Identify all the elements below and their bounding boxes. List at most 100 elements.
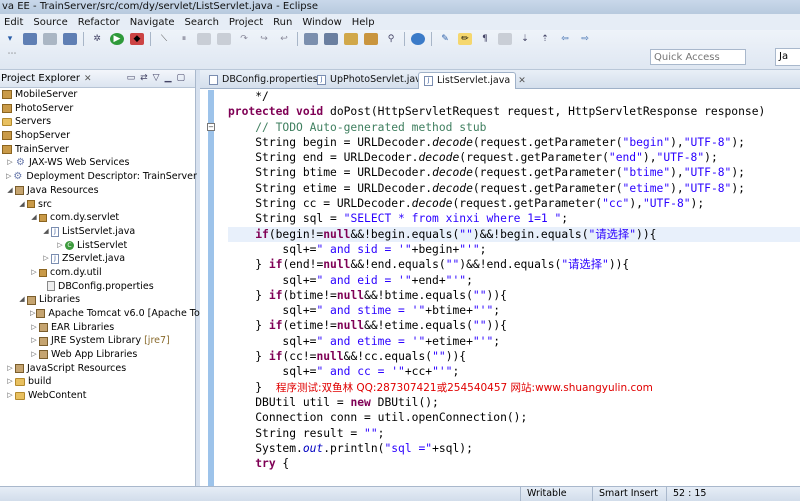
save-all-icon[interactable] (63, 33, 77, 45)
code-line: */ (255, 90, 269, 103)
print-icon[interactable] (43, 33, 57, 45)
tab-listservlet[interactable]: J ListServlet.java ✕ (418, 72, 526, 89)
mark-occurrences-icon[interactable]: ✏ (458, 33, 472, 45)
expand-arrow-icon[interactable]: ▷ (30, 266, 38, 280)
tree-item-photoserver[interactable]: PhotoServer (0, 102, 196, 116)
menu-project[interactable]: Project (225, 17, 269, 28)
new-server-icon[interactable] (324, 33, 338, 45)
minimize-icon[interactable]: ▁ (165, 73, 172, 83)
show-whitespace-icon[interactable]: ¶ (478, 33, 492, 45)
tree-item-webcontent[interactable]: ▷ WebContent (0, 389, 196, 403)
open-task-icon[interactable] (364, 33, 378, 45)
code-line: String result = ""; (255, 426, 385, 440)
tree-item-package-util[interactable]: ▷ com.dy.util (0, 266, 196, 280)
maximize-icon[interactable]: ▢ (176, 73, 185, 83)
view-menu-icon[interactable]: ▽ (153, 73, 160, 83)
annotation-icon[interactable]: ✎ (438, 33, 452, 45)
library-icon (39, 336, 48, 346)
expand-arrow-icon[interactable]: ▷ (6, 156, 14, 170)
open-type-icon[interactable] (344, 33, 358, 45)
menu-help[interactable]: Help (348, 17, 381, 28)
step-over-icon[interactable]: ↪ (257, 33, 271, 45)
resume-icon[interactable]: ⏸ (177, 33, 191, 45)
collapse-arrow-icon[interactable]: ◢ (6, 184, 14, 198)
menu-window[interactable]: Window (298, 17, 347, 28)
tree-item-trainserver[interactable]: TrainServer (0, 143, 196, 157)
tree-item-zservlet-java[interactable]: ▷ J ZServlet.java (0, 252, 196, 266)
block-selection-icon[interactable] (498, 33, 512, 45)
expand-arrow-icon[interactable]: ▷ (30, 334, 38, 348)
expand-arrow-icon[interactable]: ▷ (56, 239, 64, 253)
project-icon (2, 145, 12, 155)
server-icon[interactable] (304, 33, 318, 45)
close-icon[interactable]: ✕ (518, 76, 526, 86)
menu-search[interactable]: Search (181, 17, 225, 28)
tree-item-shopserver[interactable]: ShopServer (0, 129, 196, 143)
tree-item-javascript-resources[interactable]: ▷ JavaScript Resources (0, 362, 196, 376)
expand-arrow-icon[interactable]: ▷ (30, 307, 35, 321)
menu-refactor[interactable]: Refactor (74, 17, 126, 28)
menu-navigate[interactable]: Navigate (126, 17, 181, 28)
tree-item-listservlet-java[interactable]: ◢ J ListServlet.java (0, 225, 196, 239)
previous-annotation-icon[interactable]: ⇡ (538, 33, 552, 45)
tree-item-ear-libraries[interactable]: ▷ EAR Libraries (0, 321, 196, 335)
debug-icon[interactable]: ✲ (90, 33, 104, 45)
project-explorer-title[interactable]: Project Explorer (0, 73, 80, 84)
quick-access-input[interactable] (650, 49, 746, 65)
search-icon[interactable]: ⚲ (384, 33, 398, 45)
collapse-arrow-icon[interactable]: ◢ (18, 198, 26, 212)
tree-item-tomcat[interactable]: ▷ Apache Tomcat v6.0 [Apache Tom (0, 307, 209, 321)
menu-run[interactable]: Run (269, 17, 298, 28)
terminate-icon[interactable] (217, 33, 231, 45)
external-tools-icon[interactable]: ◆ (130, 33, 144, 45)
toggle-breakpoint-icon[interactable]: ⟍ (157, 33, 171, 45)
menu-edit[interactable]: Edit (0, 17, 29, 28)
step-return-icon[interactable]: ↩ (277, 33, 291, 45)
tree-item-listservlet-class[interactable]: ▷ C ListServlet (0, 239, 196, 253)
code-area[interactable]: */ protected void doPost(HttpServletRequ… (228, 89, 800, 471)
tree-item-servers[interactable]: Servers (0, 115, 196, 129)
tree-item-package-servlet[interactable]: ◢ com.dy.servlet (0, 211, 196, 225)
collapse-arrow-icon[interactable]: ◢ (18, 293, 26, 307)
close-icon[interactable]: ✕ (84, 74, 92, 84)
code-line: sql+=" and eid = '"+end+"'"; (282, 273, 473, 287)
collapse-all-icon[interactable]: ▭ (127, 73, 136, 83)
expand-arrow-icon[interactable]: ▷ (6, 389, 14, 403)
chevron-down-icon[interactable]: ⋯ (5, 48, 19, 60)
globe-icon[interactable] (411, 33, 425, 45)
run-icon[interactable]: ▶ (110, 33, 124, 45)
new-icon[interactable]: ▾ (3, 33, 17, 45)
fold-marker-icon[interactable]: − (207, 123, 215, 131)
forward-icon[interactable]: ⇨ (578, 33, 592, 45)
menu-source[interactable]: Source (29, 17, 73, 28)
expand-arrow-icon[interactable]: ▷ (42, 252, 50, 266)
expand-arrow-icon[interactable]: ▷ (30, 321, 38, 335)
expand-arrow-icon[interactable]: ▷ (6, 375, 14, 389)
step-into-icon[interactable]: ↷ (237, 33, 251, 45)
expand-arrow-icon[interactable]: ▷ (30, 348, 38, 362)
collapse-arrow-icon[interactable]: ◢ (42, 225, 50, 239)
next-annotation-icon[interactable]: ⇣ (518, 33, 532, 45)
tree-item-jaxws[interactable]: ▷ ⚙ JAX-WS Web Services (0, 156, 196, 170)
properties-file-icon (209, 75, 218, 85)
tab-dbconfig[interactable]: DBConfig.properties (204, 72, 318, 89)
collapse-arrow-icon[interactable]: ◢ (30, 211, 38, 225)
tree-item-src[interactable]: ◢ src (0, 198, 196, 212)
expand-arrow-icon[interactable]: ▷ (6, 362, 14, 376)
tree-item-dbconfig[interactable]: DBConfig.properties (0, 280, 196, 294)
tree-item-webapp-libraries[interactable]: ▷ Web App Libraries (0, 348, 196, 362)
tree-item-jre[interactable]: ▷ JRE System Library [jre7] (0, 334, 196, 348)
tree-item-libraries[interactable]: ◢ Libraries (0, 293, 196, 307)
link-editor-icon[interactable]: ⇄ (140, 73, 148, 83)
tree-item-build[interactable]: ▷ build (0, 375, 196, 389)
tree-item-deployment-descriptor[interactable]: ▷ ⚙ Deployment Descriptor: TrainServer (0, 170, 197, 184)
save-icon[interactable] (23, 33, 37, 45)
suspend-icon[interactable] (197, 33, 211, 45)
java-perspective-button[interactable]: Ja (775, 48, 800, 66)
tab-upphotoservlet[interactable]: J UpPhotoServlet.java (312, 72, 427, 89)
expand-arrow-icon[interactable]: ▷ (6, 170, 11, 184)
java-file-icon: J (317, 75, 326, 85)
tree-item-mobileserver[interactable]: MobileServer (0, 88, 196, 102)
tree-item-java-resources[interactable]: ◢ Java Resources (0, 184, 196, 198)
back-icon[interactable]: ⇦ (558, 33, 572, 45)
